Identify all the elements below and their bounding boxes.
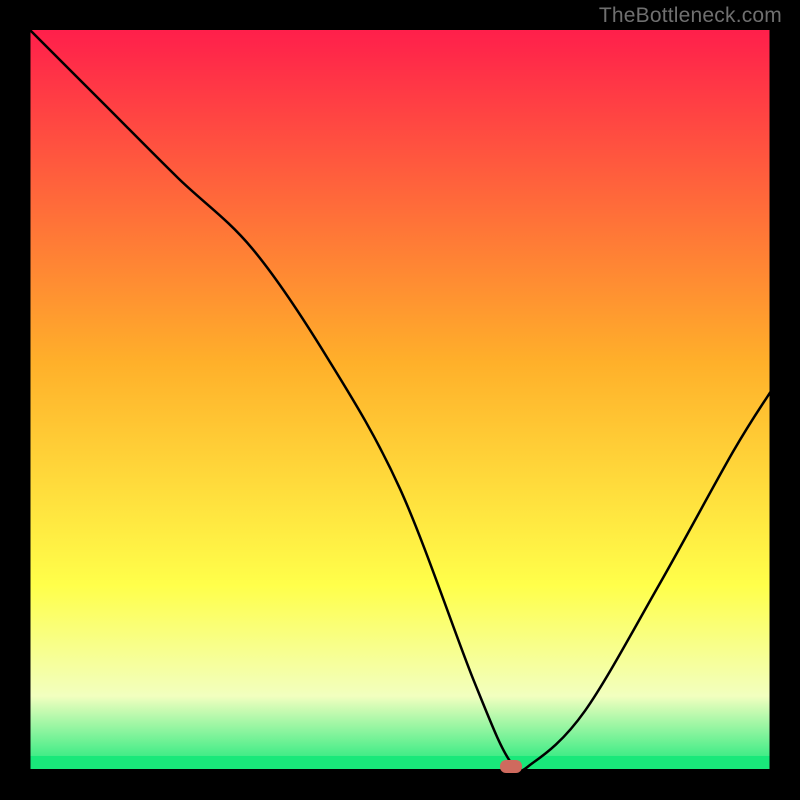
bottleneck-chart [0, 0, 800, 800]
minimum-marker [500, 760, 522, 773]
green-band [30, 756, 770, 770]
